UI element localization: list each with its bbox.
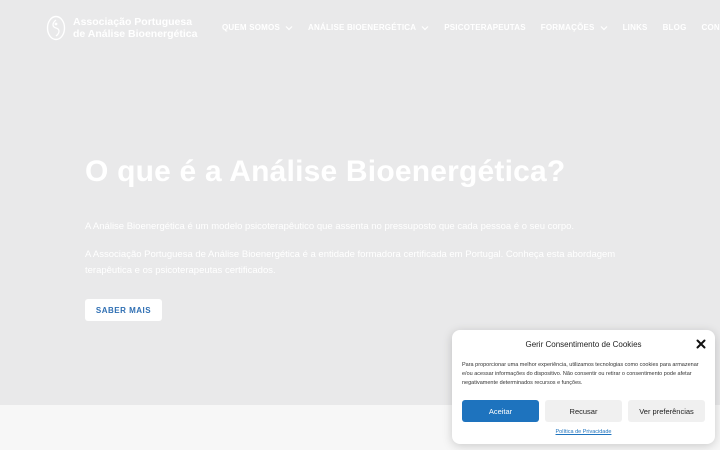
nav-item-label: CONTACTOS (701, 23, 720, 32)
accept-cookies-button[interactable]: Aceitar (462, 400, 539, 422)
deny-cookies-button[interactable]: Recusar (545, 400, 622, 422)
nav-item-label: PSICOTERAPEUTAS (444, 23, 526, 32)
nav-item-contactos[interactable]: CONTACTOS (702, 23, 720, 32)
main-nav: QUEM SOMOS ANÁLISE BIOENERGÉTICA PSICOTE… (222, 23, 720, 32)
hero-paragraph-2: A Associação Portuguesa de Análise Bioen… (85, 249, 616, 276)
hero-title: O que é a Análise Bioenergética? (85, 155, 566, 188)
nav-item-blog[interactable]: BLOG (663, 23, 687, 32)
close-icon[interactable] (695, 338, 707, 350)
hero-paragraph-1: A Análise Bioenergética é um modelo psic… (85, 221, 575, 232)
nav-item-label: FORMAÇÕES (540, 23, 595, 32)
privacy-policy-link[interactable]: Política de Privacidade (452, 429, 715, 435)
cookie-consent-dialog: Gerir Consentimento de Cookies Para prop… (452, 330, 715, 444)
nav-item-label: QUEM SOMOS (222, 23, 281, 32)
nav-item-label: BLOG (662, 23, 687, 32)
nav-item-psicoterapeutas[interactable]: PSICOTERAPEUTAS (444, 23, 526, 32)
logo-text: Associação Portuguesa de Análise Bioener… (73, 16, 198, 40)
nav-item-quem-somos[interactable]: QUEM SOMOS (222, 23, 293, 32)
site-logo[interactable]: Associação Portuguesa de Análise Bioener… (46, 15, 198, 41)
chevron-down-icon (285, 25, 293, 30)
nav-item-analise-bioenergetica[interactable]: ANÁLISE BIOENERGÉTICA (308, 23, 429, 32)
nav-item-links[interactable]: LINKS (623, 23, 648, 32)
cookie-dialog-text: Para proporcionar uma melhor experiência… (462, 362, 699, 386)
chevron-down-icon (600, 25, 608, 30)
nav-item-label: LINKS (622, 23, 648, 32)
saber-mais-button[interactable]: SABER MAIS (85, 299, 162, 321)
nav-item-formacoes[interactable]: FORMAÇÕES (541, 23, 608, 32)
chevron-down-icon (421, 25, 429, 30)
nav-item-label: ANÁLISE BIOENERGÉTICA (308, 23, 417, 32)
logo-line-2: de Análise Bioenergética (73, 28, 198, 40)
cookie-dialog-title: Gerir Consentimento de Cookies (525, 340, 642, 349)
view-preferences-button[interactable]: Ver preferências (628, 400, 705, 422)
logo-emblem-icon (46, 15, 66, 41)
logo-line-1: Associação Portuguesa (73, 16, 193, 28)
